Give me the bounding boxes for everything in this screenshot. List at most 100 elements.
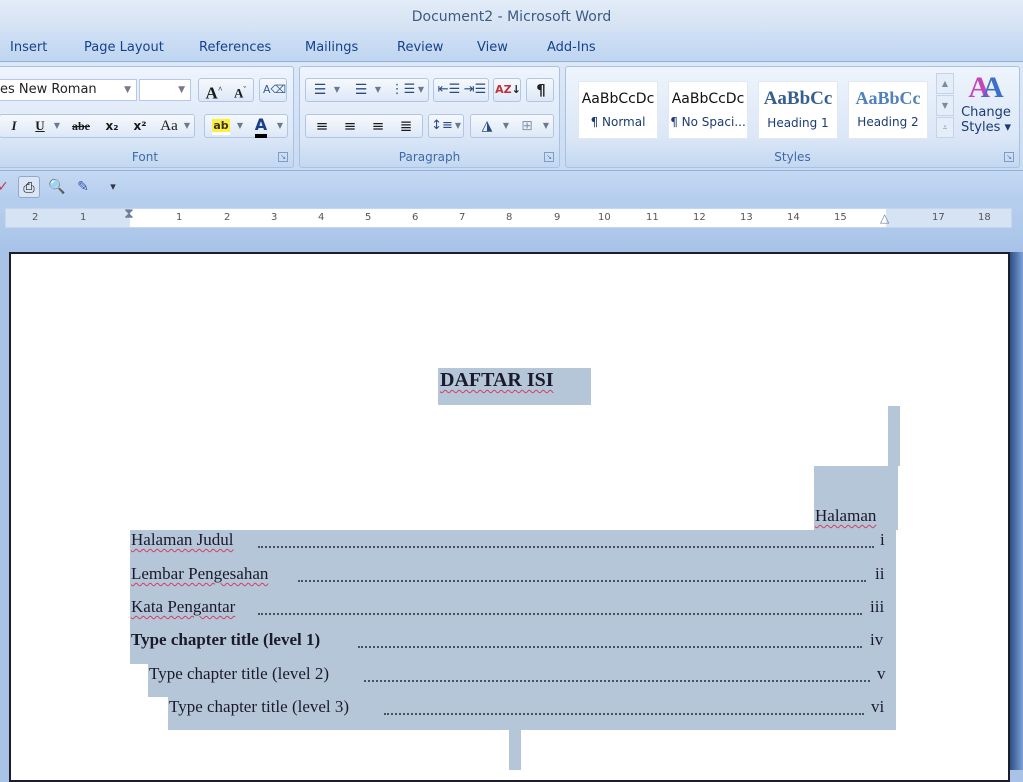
first-line-indent-marker[interactable]: ⧗ [124, 206, 134, 222]
paragraph-group: ☰ ▼ ☰ ▼ ⋮☰ ▼ ⇤☰ ⇥☰ AZ↓ ¶ ≡ ≡ ≡ ≣ ↕≡ ▼ ◮ [299, 66, 560, 168]
tab-references[interactable]: References [199, 40, 271, 55]
tab-mailings[interactable]: Mailings [305, 40, 358, 55]
clear-formatting-button[interactable]: A⌫ [259, 78, 287, 102]
italic-button[interactable]: I [4, 115, 24, 137]
right-indent-marker[interactable]: △ [880, 211, 889, 225]
toc-entry-page[interactable]: ii [875, 564, 884, 584]
highlight-dropdown-icon[interactable]: ▼ [235, 115, 245, 137]
toc-entry-text[interactable]: Halaman Judul [131, 530, 233, 550]
shading-dropdown-icon[interactable]: ▼ [501, 115, 511, 137]
decrease-indent-icon[interactable]: ⇤☰ [436, 79, 462, 101]
style-normal[interactable]: AaBbCcDc ¶ Normal [578, 81, 658, 139]
highlight-icon: ab [212, 119, 230, 135]
font-size-combo[interactable]: ▼ [139, 79, 191, 101]
justify-icon[interactable]: ≣ [392, 115, 420, 137]
borders-dropdown-icon[interactable]: ▼ [541, 115, 551, 137]
style-heading-1[interactable]: AaBbCc Heading 1 [758, 81, 838, 139]
tab-add-ins[interactable]: Add-Ins [547, 40, 596, 55]
chevron-down-icon: ▼ [178, 85, 185, 95]
align-left-icon[interactable]: ≡ [308, 115, 336, 137]
toc-entry-text[interactable]: Lembar Pengesahan [131, 564, 268, 584]
toc-leader [298, 580, 866, 582]
page-column-header[interactable]: Halaman [815, 506, 876, 526]
change-styles-button[interactable]: AA Change Styles ▾ [958, 71, 1014, 151]
grow-font-button[interactable]: A^ [201, 79, 227, 103]
toc-entry-page[interactable]: iv [870, 630, 883, 650]
align-center-icon[interactable]: ≡ [336, 115, 364, 137]
tab-insert[interactable]: Insert [10, 40, 47, 55]
font-color-button[interactable]: A [249, 115, 273, 138]
customize-qat-icon[interactable]: ▾ [102, 176, 124, 198]
font-name-combo[interactable]: es New Roman ▼ [0, 79, 137, 101]
window-title: Document2 - Microsoft Word [411, 9, 612, 25]
ruler-tick: 7 [459, 212, 466, 223]
bullets-dropdown-icon[interactable]: ▼ [332, 79, 342, 101]
styles-more-icon[interactable]: ⩡ [936, 117, 954, 138]
toc-entry-text[interactable]: Kata Pengantar [131, 597, 235, 617]
toc-entry-page[interactable]: i [880, 530, 885, 550]
ruler-left-margin [6, 209, 130, 227]
tab-page-layout[interactable]: Page Layout [84, 40, 164, 55]
spelling-icon[interactable]: ✓ [0, 176, 14, 198]
toc-entry-text[interactable]: Type chapter title (level 1) [131, 630, 320, 650]
shading-icon[interactable]: ◮ [474, 115, 500, 137]
line-spacing-button[interactable]: ↕≡ ▼ [428, 114, 464, 138]
show-marks-button[interactable]: ¶ [526, 78, 554, 102]
toc-entry-page[interactable]: v [877, 664, 886, 684]
ruler-tick: 3 [271, 212, 278, 223]
toc-leader [258, 546, 874, 548]
toc-title[interactable]: DAFTAR ISI [440, 369, 554, 392]
toc-leader [384, 713, 864, 715]
style-heading-2[interactable]: AaBbCc Heading 2 [848, 81, 928, 139]
style-sample: AaBbCcDc [581, 91, 655, 107]
numbering-dropdown-icon[interactable]: ▼ [373, 79, 383, 101]
superscript-button[interactable]: x² [128, 115, 152, 137]
subscript-button[interactable]: x₂ [100, 115, 124, 137]
font-format-buttons: I U ▼ abe x₂ x² Aa ▼ [0, 114, 195, 138]
style-name: ¶ Normal [590, 115, 646, 129]
draw-table-icon[interactable]: ✎ [72, 176, 94, 198]
numbering-icon[interactable]: ☰ [350, 79, 372, 101]
multilevel-dropdown-icon[interactable]: ▼ [416, 79, 426, 101]
font-color-dropdown-icon[interactable]: ▼ [275, 115, 285, 137]
change-case-button[interactable]: Aa [156, 115, 182, 137]
shading-borders-buttons: ◮ ▼ ⊞ ▼ [470, 114, 554, 138]
multilevel-list-icon[interactable]: ⋮☰ [390, 79, 416, 101]
shrink-font-icon: A [233, 85, 244, 101]
styles-scroll-up-icon[interactable]: ▲ [936, 73, 954, 94]
ruler-tick: 11 [646, 212, 659, 223]
toc-entry-text[interactable]: Type chapter title (level 2) [149, 664, 329, 684]
underline-dropdown-icon[interactable]: ▼ [52, 115, 62, 137]
tab-view[interactable]: View [477, 40, 508, 55]
underline-button[interactable]: U [30, 115, 50, 137]
change-case-dropdown-icon[interactable]: ▼ [182, 115, 192, 137]
ruler-tick: 12 [693, 212, 706, 223]
align-right-icon[interactable]: ≡ [364, 115, 392, 137]
toc-entry-page[interactable]: iii [870, 597, 884, 617]
bullets-icon[interactable]: ☰ [309, 79, 331, 101]
ruler-tick: 5 [365, 212, 372, 223]
shrink-font-button[interactable]: Aˇ [227, 79, 253, 101]
strikethrough-button[interactable]: abe [66, 115, 96, 137]
style-sample: AaBbCc [855, 88, 921, 108]
font-name-value: es New Roman [0, 82, 97, 97]
sort-button[interactable]: AZ↓ [493, 78, 521, 102]
paragraph-dialog-launcher-icon[interactable]: ↘ [544, 152, 554, 162]
font-group-label: Font [131, 150, 159, 164]
borders-icon[interactable]: ⊞ [515, 115, 539, 137]
highlight-button[interactable]: ab [208, 115, 234, 137]
toc-entry-text[interactable]: Type chapter title (level 3) [169, 697, 349, 717]
print-preview-icon[interactable]: 🔍 [46, 176, 68, 198]
style-no-spacing[interactable]: AaBbCcDc ¶ No Spaci... [668, 81, 748, 139]
styles-scroll-down-icon[interactable]: ▼ [936, 95, 954, 116]
horizontal-ruler[interactable]: 2 1 1 2 3 4 5 6 7 8 9 10 11 12 13 14 15 … [5, 206, 1012, 228]
print-icon[interactable]: ⎙ [18, 176, 40, 198]
tab-review[interactable]: Review [397, 40, 443, 55]
toc-entry-page[interactable]: vi [871, 697, 884, 717]
styles-dialog-launcher-icon[interactable]: ↘ [1004, 152, 1014, 162]
increase-indent-icon[interactable]: ⇥☰ [462, 79, 488, 101]
font-dialog-launcher-icon[interactable]: ↘ [278, 152, 288, 162]
ruler-tick: 17 [932, 212, 945, 223]
list-buttons: ☰ ▼ ☰ ▼ ⋮☰ ▼ [305, 78, 429, 102]
styles-group-label: Styles [774, 150, 811, 164]
